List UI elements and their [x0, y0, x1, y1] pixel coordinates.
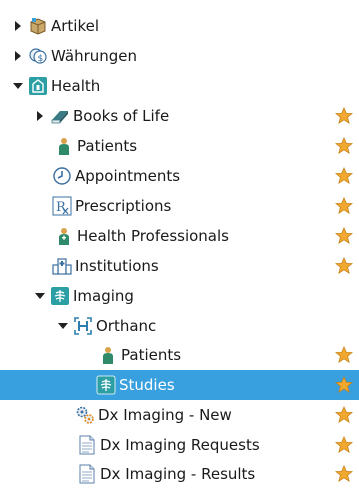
favorite-star-icon[interactable]	[335, 376, 353, 394]
favorite-star-icon[interactable]	[335, 257, 353, 275]
gears-icon	[75, 405, 95, 425]
tree-item-artikel[interactable]: Artikel	[0, 11, 359, 41]
expand-arrow-icon[interactable]	[12, 50, 24, 62]
tree-item-dx-imaging-requests[interactable]: Dx Imaging Requests	[0, 430, 359, 460]
menu-tree: Artikel $ Währungen Health Books of Life…	[0, 0, 359, 486]
tree-item-label: Orthanc	[96, 317, 157, 335]
clock-icon	[52, 166, 72, 186]
tree-item-institutions[interactable]: Institutions	[0, 251, 359, 281]
tree-item-label: Health	[51, 77, 101, 95]
book-icon	[50, 106, 70, 126]
tree-item-label: Artikel	[51, 17, 100, 35]
collapse-arrow-icon[interactable]	[12, 80, 24, 92]
hospital-icon	[52, 256, 72, 276]
tree-item-label: Prescriptions	[75, 197, 172, 215]
tree-item-label: Imaging	[73, 287, 134, 305]
tree-item-imaging[interactable]: Imaging	[0, 281, 359, 311]
tree-item-label: Währungen	[51, 47, 138, 65]
tree-item-waehrungen[interactable]: $ Währungen	[0, 41, 359, 71]
document-icon	[77, 435, 97, 455]
collapse-arrow-icon[interactable]	[34, 290, 46, 302]
tree-item-label: Patients	[121, 346, 182, 364]
tree-item-label: Dx Imaging - Results	[100, 465, 256, 483]
svg-text:R: R	[56, 200, 67, 215]
patient-icon	[98, 345, 118, 365]
patient-icon	[54, 136, 74, 156]
expand-arrow-icon[interactable]	[12, 20, 24, 32]
svg-text:$: $	[38, 54, 44, 64]
favorite-star-icon[interactable]	[335, 436, 353, 454]
tree-item-orthanc[interactable]: Orthanc	[0, 311, 359, 341]
expand-arrow-icon[interactable]	[34, 110, 46, 122]
tree-item-studies[interactable]: Studies	[0, 370, 359, 400]
tree-item-dx-imaging-new[interactable]: Dx Imaging - New	[0, 400, 359, 430]
tree-item-patients[interactable]: Patients	[0, 131, 359, 161]
document-icon	[77, 464, 97, 484]
favorite-star-icon[interactable]	[335, 346, 353, 364]
favorite-star-icon[interactable]	[335, 465, 353, 483]
collapse-arrow-icon[interactable]	[57, 320, 69, 332]
tree-item-label: Health Professionals	[77, 227, 229, 245]
favorite-star-icon[interactable]	[335, 137, 353, 155]
tree-item-prescriptions[interactable]: R Prescriptions	[0, 191, 359, 221]
tree-item-health[interactable]: Health	[0, 71, 359, 101]
favorite-star-icon[interactable]	[335, 107, 353, 125]
prescription-icon: R	[52, 196, 72, 216]
favorite-star-icon[interactable]	[335, 227, 353, 245]
tree-item-label: Appointments	[75, 167, 181, 185]
tree-item-label: Books of Life	[73, 107, 170, 125]
tree-item-health-professionals[interactable]: Health Professionals	[0, 221, 359, 251]
health-icon	[28, 76, 48, 96]
favorite-star-icon[interactable]	[335, 167, 353, 185]
tree-item-appointments[interactable]: Appointments	[0, 161, 359, 191]
xray-icon	[96, 375, 116, 395]
tree-item-orthanc-patients[interactable]: Patients	[0, 340, 359, 370]
currency-icon: $	[28, 46, 48, 66]
doctor-icon	[54, 226, 74, 246]
favorite-star-icon[interactable]	[335, 406, 353, 424]
package-icon	[28, 16, 48, 36]
tree-item-label: Patients	[77, 137, 138, 155]
tree-item-label: Studies	[119, 376, 175, 394]
tree-item-books-of-life[interactable]: Books of Life	[0, 101, 359, 131]
tree-item-label: Dx Imaging - New	[98, 406, 232, 424]
tree-item-label: Dx Imaging Requests	[100, 436, 260, 454]
xray-icon	[50, 286, 70, 306]
favorite-star-icon[interactable]	[335, 197, 353, 215]
orthanc-icon	[73, 316, 93, 336]
tree-item-dx-imaging-results[interactable]: Dx Imaging - Results	[0, 459, 359, 489]
tree-item-label: Institutions	[75, 257, 159, 275]
